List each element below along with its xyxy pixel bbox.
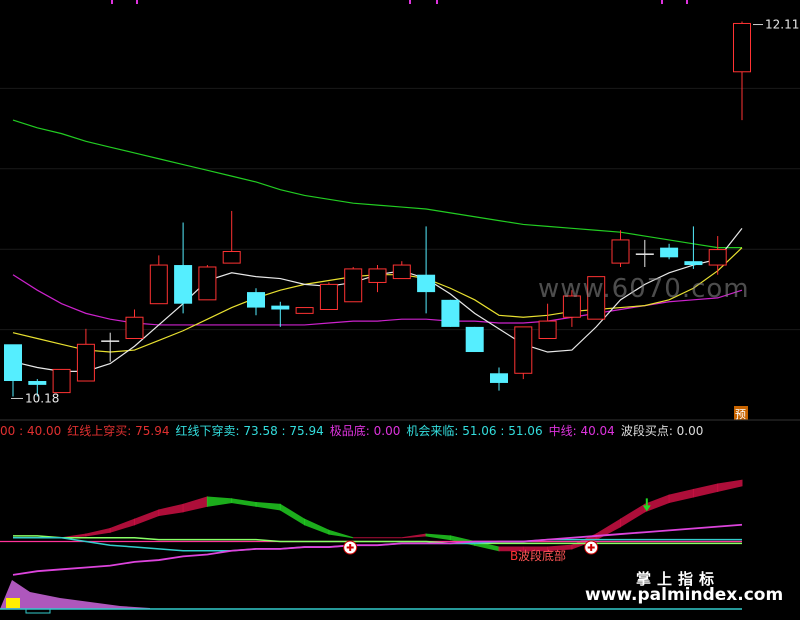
candle-body [368,268,387,283]
bottom-yellow-box [6,598,20,608]
indicator-band-segment [401,533,427,539]
candle-body [708,249,727,266]
indicator-magenta-line [12,523,743,576]
indicator-legend-item: 波段买点: 0.00 [620,424,704,438]
ma-green-line [12,119,742,249]
indicator-band-segment [717,479,743,493]
watermark-6070: www.6070.com [538,274,750,304]
indicator-band-segment [255,501,281,511]
indicator-band-segment [304,518,330,535]
candle-body [417,274,436,293]
candle-body [441,299,460,327]
candle-body [392,264,411,280]
moving-average-lines [12,119,743,372]
price-labels: 12.11 10.18 预 [11,18,799,421]
indicator-band-segment [158,503,184,517]
candle-body [198,266,217,301]
indicator-legend-item: 00 : 40.00 [0,424,62,438]
candle-body [611,239,630,264]
indicator-band-segment [644,494,670,513]
candle-body [271,305,290,310]
indicator-legend-item: 红线上穿买: 75.94 [67,424,170,438]
candle-body [538,320,557,339]
candle-body [149,264,168,305]
candles [4,21,751,397]
candle-body [635,253,654,255]
indicator-band-segment [109,518,135,533]
candle-body [52,368,71,394]
indicator-band-segment [85,527,111,537]
candlestick-chart: 12.11 10.18 预 B 波段底部 [0,0,800,614]
candle-body [514,326,533,374]
candle-body [344,268,363,303]
low-price-label: 10.18 [25,391,59,405]
indicator-band-segment [620,503,646,528]
watermark-url: www.palmindex.com [585,585,784,605]
candle-body [28,381,47,385]
candle-body [101,340,120,342]
candle-body [174,265,193,304]
forecast-badge-text: 预 [735,408,746,421]
indicator-band-segment [328,529,354,539]
indicator-band-segment [595,518,621,541]
candle-body [465,326,484,353]
candle-body [4,344,22,382]
indicator-legend-item: 极品底: 0.00 [329,424,401,438]
candle-body [660,247,679,258]
high-price-label: 12.11 [765,18,799,32]
indicator-band-segment [231,498,257,507]
indicator-band-segment [134,509,160,526]
indicator-cyan-line [13,537,742,552]
candle-body [222,251,241,264]
indicator-legend-item: 红线下穿卖: 73.58 : 75.94 [175,424,324,438]
indicator-band-segment [425,533,451,541]
candle-body [319,283,338,310]
indicator-band-segment [279,503,306,526]
candle-body [247,292,265,308]
indicator-legend-item: 机会来临: 51.06 : 51.06 [406,424,543,438]
wave-bottom-badge: B [510,549,518,563]
indicator-legend: 00 : 40.00 红线上穿买: 75.94 红线下穿卖: 73.58 : 75.… [0,421,800,441]
candle-body [76,343,95,382]
candle-body [125,316,144,339]
indicator-legend-item: 中线: 40.04 [548,424,615,438]
indicator-band-segment [668,488,694,504]
wave-bottom-label: 波段底部 [518,548,566,563]
bottom-purple-area [0,580,150,609]
indicator-band-segment [206,496,233,507]
candle-body [490,373,508,383]
indicator-band-segment [692,483,719,498]
candle-body [684,261,703,266]
indicator-band-segment [182,496,208,513]
candle-body [733,22,751,73]
candle-body [295,307,314,314]
